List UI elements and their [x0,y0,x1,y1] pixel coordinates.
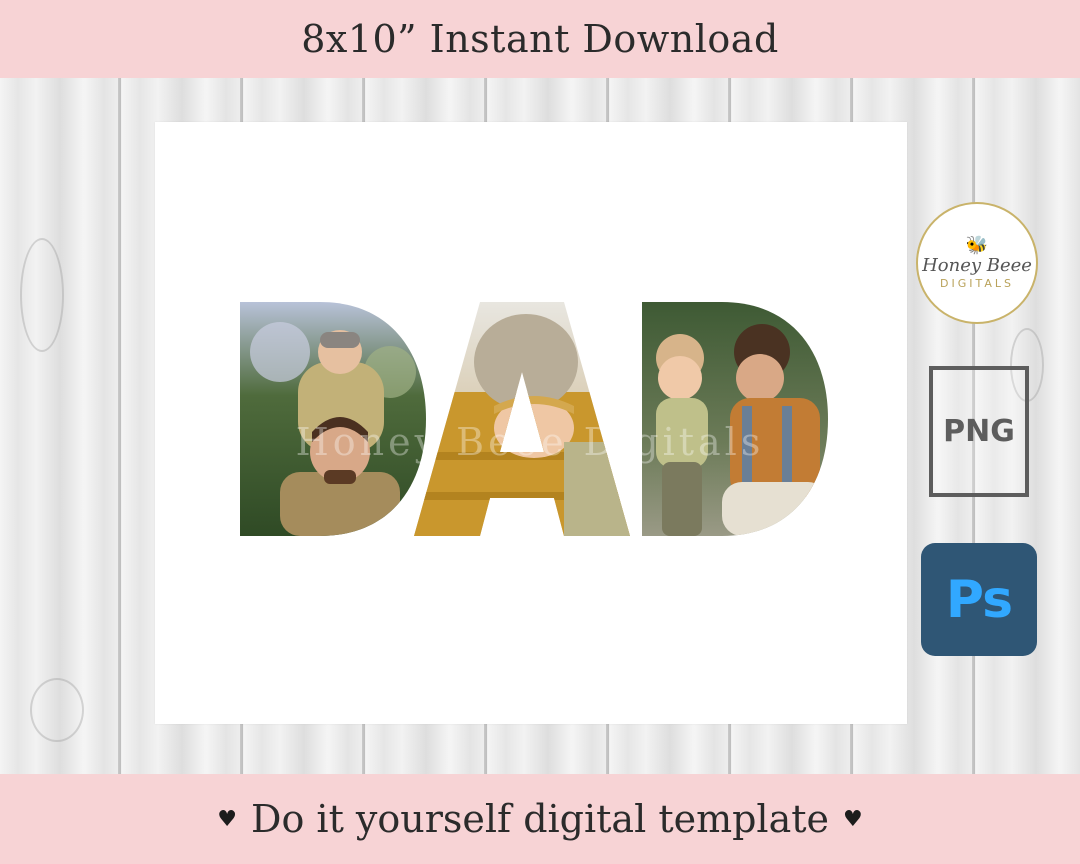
bottom-banner: ♥ Do it yourself digital template ♥ [0,774,1080,864]
bee-icon: 🐝 [965,234,989,256]
heart-icon: ♥ [843,806,863,832]
letter-d-photo [240,302,426,536]
photoshop-icon: Ps [921,543,1037,656]
top-banner: 8x10” Instant Download [0,0,1080,78]
heart-icon: ♥ [217,806,237,832]
brand-logo: 🐝 Honey Beee DIGITALS [916,202,1038,324]
product-title: 8x10” Instant Download [301,17,779,61]
wood-knot [30,678,84,742]
ps-label: Ps [945,569,1013,630]
png-format-badge: PNG [929,366,1029,497]
brand-subtitle: DIGITALS [940,276,1014,290]
footer-tagline: Do it yourself digital template [251,797,829,841]
letter-a-photo [414,302,630,536]
brand-name: Honey Beee [922,254,1032,276]
letter-d-photo [642,302,828,536]
png-label: PNG [943,414,1015,449]
wood-knot [20,238,64,352]
